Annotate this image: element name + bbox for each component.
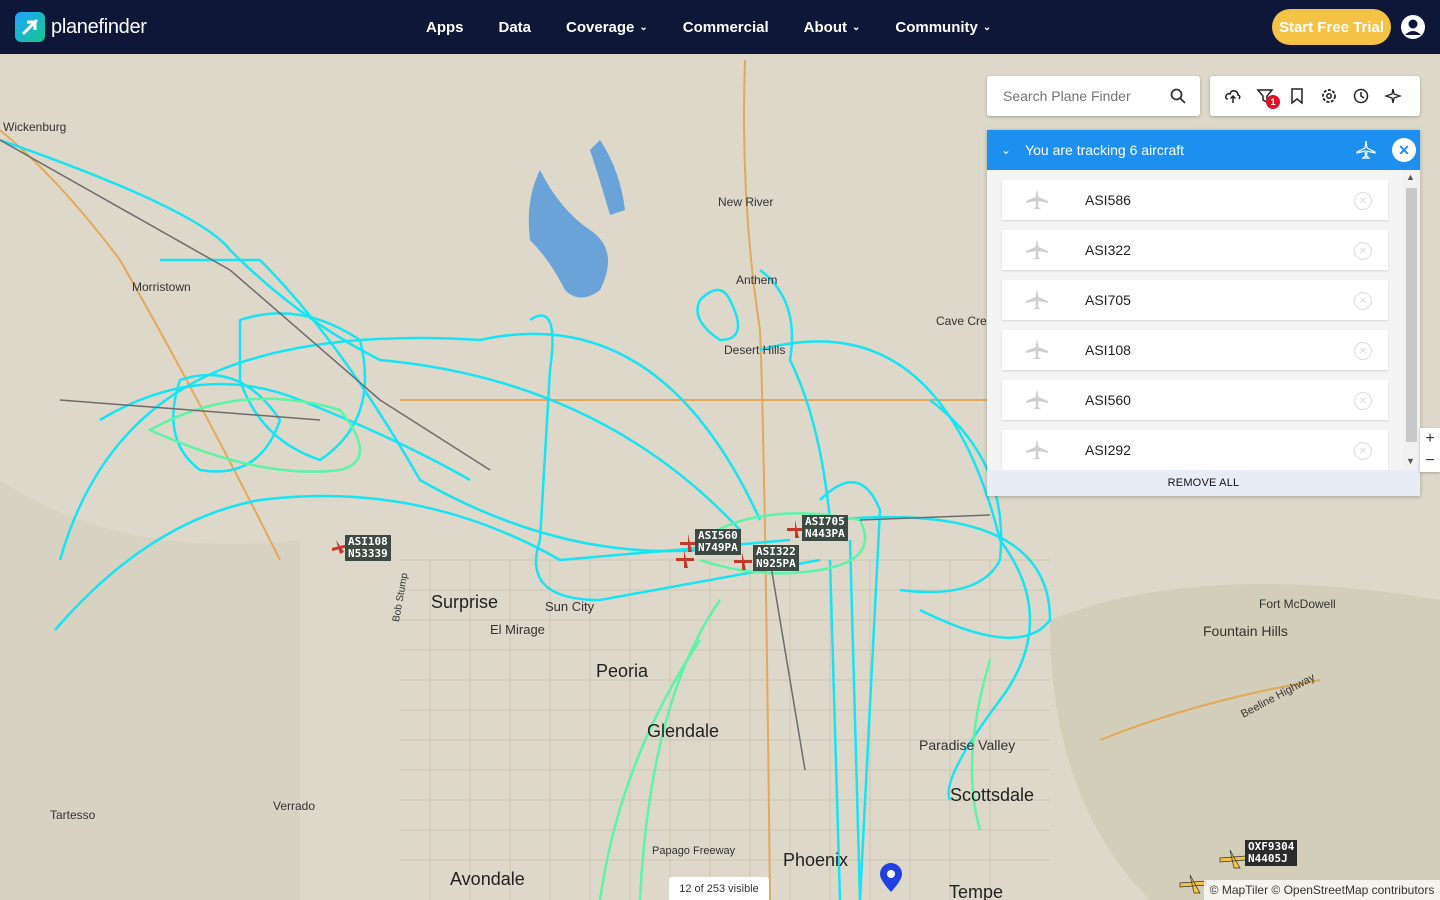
tracked-aircraft-list: ASI586 ✕ ASI322 ✕ ASI705 ✕ ASI108 ✕ ASI5…: [987, 170, 1420, 470]
nav-about[interactable]: About ⌄: [804, 19, 861, 36]
place-label: New River: [718, 195, 774, 209]
plane-icon: [1026, 389, 1048, 409]
remove-icon[interactable]: ✕: [1354, 242, 1372, 260]
nav-data[interactable]: Data: [499, 19, 532, 36]
place-label: Morristown: [132, 280, 191, 294]
map-attribution[interactable]: © MapTiler © OpenStreetMap contributors: [1204, 880, 1440, 900]
plane-icon: [1026, 289, 1048, 309]
place-label: Glendale: [647, 721, 720, 741]
nav-commercial[interactable]: Commercial: [683, 19, 769, 36]
remove-icon[interactable]: ✕: [1354, 392, 1372, 410]
tracked-aircraft-item[interactable]: ASI322 ✕: [1002, 230, 1388, 270]
place-label: Anthem: [736, 273, 778, 287]
place-label: Desert Hills: [724, 343, 786, 357]
chevron-down-icon: ⌄: [982, 21, 992, 33]
bookmark-icon[interactable]: [1288, 87, 1306, 105]
nav-community[interactable]: Community ⌄: [895, 19, 991, 36]
top-navbar: planefinder Apps Data Coverage ⌄ Commerci…: [0, 0, 1440, 54]
place-label: El Mirage: [490, 622, 545, 637]
nav-apps[interactable]: Apps: [426, 19, 464, 36]
place-label: Avondale: [450, 869, 525, 889]
aircraft-tag[interactable]: ASI322 N925PA: [753, 545, 799, 571]
plane-icon: [1026, 439, 1048, 459]
user-account-icon[interactable]: [1400, 14, 1426, 40]
tracking-panel: ⌄ You are tracking 6 aircraft ✕ ASI586 ✕…: [987, 130, 1420, 496]
place-label: Paradise Valley: [919, 737, 1016, 753]
search-icon[interactable]: [1170, 88, 1186, 104]
aircraft-tag[interactable]: ASI108 N53339: [345, 535, 391, 561]
tracked-aircraft-item[interactable]: ASI560 ✕: [1002, 380, 1388, 420]
history-clock-icon[interactable]: [1352, 87, 1370, 105]
brand-name: planefinder: [51, 15, 147, 38]
cloud-upload-icon[interactable]: [1224, 87, 1242, 105]
place-label: Papago Freeway: [652, 845, 736, 857]
zoom-in-button[interactable]: +: [1420, 428, 1440, 450]
tracked-aircraft-item[interactable]: ASI108 ✕: [1002, 330, 1388, 370]
place-label: Surprise: [431, 592, 499, 612]
brand-logo[interactable]: planefinder: [15, 12, 147, 42]
aircraft-tag[interactable]: ASI705 N443PA: [802, 515, 848, 541]
settings-gear-icon[interactable]: [1320, 87, 1338, 105]
place-label: Peoria: [596, 661, 649, 681]
place-label: Scottsdale: [950, 785, 1035, 805]
playback-plane-icon[interactable]: [1383, 87, 1403, 105]
place-label: Wickenburg: [3, 120, 67, 134]
tracked-aircraft-item[interactable]: ASI705 ✕: [1002, 280, 1388, 320]
search-box: [987, 76, 1200, 116]
place-label: Tempe: [949, 882, 1004, 900]
visible-count-badge: 12 of 253 visible: [669, 877, 769, 900]
place-label: Fountain Hills: [1203, 623, 1288, 639]
chevron-down-icon[interactable]: ⌄: [1001, 143, 1011, 157]
remove-all-button[interactable]: REMOVE ALL: [987, 470, 1420, 496]
plane-icon: [1026, 189, 1048, 209]
zoom-out-button[interactable]: −: [1420, 450, 1440, 472]
aircraft-tag[interactable]: ASI560 N749PA: [695, 529, 741, 555]
remove-icon[interactable]: ✕: [1354, 192, 1372, 210]
remove-icon[interactable]: ✕: [1354, 292, 1372, 310]
place-label: Sun City: [545, 599, 595, 614]
place-label: Phoenix: [783, 850, 849, 870]
nav-coverage[interactable]: Coverage ⌄: [566, 19, 648, 36]
plane-logo-icon: [15, 12, 45, 42]
aircraft-tag[interactable]: OXF9304 N4405J: [1245, 840, 1298, 866]
zoom-control: + −: [1420, 428, 1440, 472]
list-scrollbar[interactable]: ▲ ▼: [1403, 170, 1420, 470]
start-free-trial-button[interactable]: Start Free Trial: [1272, 9, 1391, 45]
plane-icon: [1026, 339, 1048, 359]
tracked-aircraft-item[interactable]: ASI292 ✕: [1002, 430, 1388, 470]
remove-icon[interactable]: ✕: [1354, 342, 1372, 360]
tracking-title: You are tracking 6 aircraft: [1025, 142, 1185, 158]
place-label: Cave Cree: [936, 314, 994, 328]
plane-icon: [1026, 239, 1048, 259]
filter-icon[interactable]: 1: [1256, 87, 1280, 109]
remove-icon[interactable]: ✕: [1354, 442, 1372, 460]
chevron-down-icon: ⌄: [639, 21, 648, 33]
tracking-panel-header[interactable]: ⌄ You are tracking 6 aircraft ✕: [987, 130, 1420, 170]
scroll-down-icon[interactable]: ▼: [1406, 456, 1415, 466]
close-icon[interactable]: ✕: [1392, 138, 1416, 162]
chevron-down-icon: ⌄: [851, 21, 861, 33]
main-nav: Apps Data Coverage ⌄ Commercial About ⌄ Co…: [426, 0, 1026, 54]
tracked-aircraft-item[interactable]: ASI586 ✕: [1002, 180, 1388, 220]
scroll-up-icon[interactable]: ▲: [1406, 172, 1415, 182]
map-toolbar: 1: [1210, 76, 1420, 116]
place-label: Verrado: [273, 799, 316, 813]
filter-count-badge: 1: [1266, 95, 1280, 109]
scrollbar-thumb[interactable]: [1406, 188, 1417, 442]
place-label: Fort McDowell: [1259, 597, 1336, 611]
place-label: Tartesso: [50, 808, 96, 822]
plane-icon: [1356, 140, 1376, 159]
search-input[interactable]: [1001, 87, 1165, 105]
